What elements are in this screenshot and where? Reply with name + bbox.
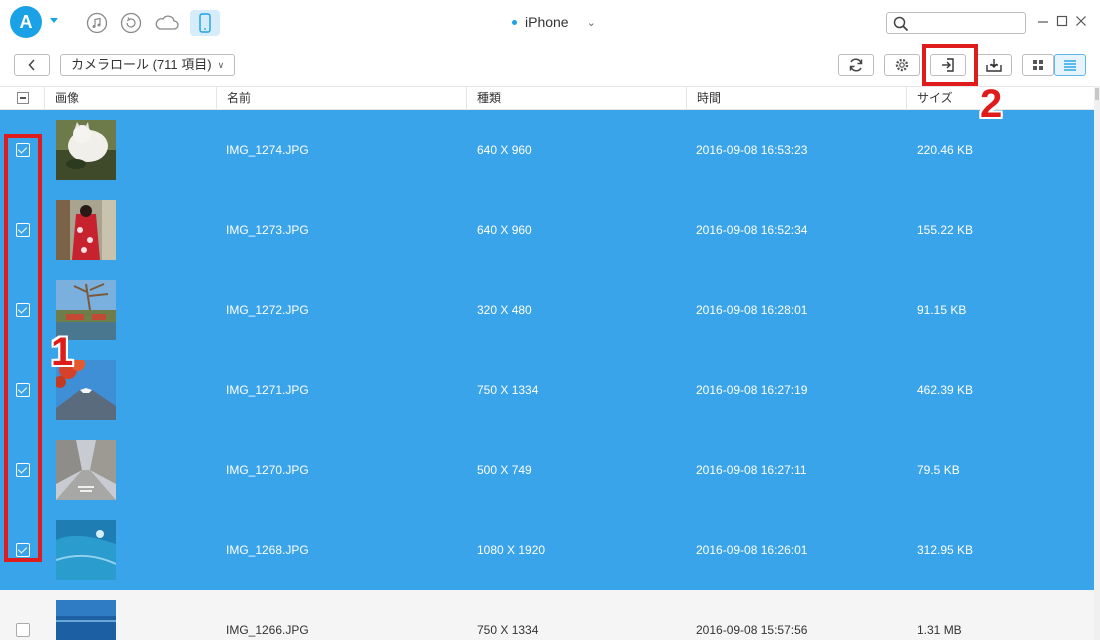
cell-size: 220.46 KB	[917, 143, 974, 157]
list-view-button[interactable]	[1054, 54, 1086, 76]
search-icon	[893, 16, 909, 32]
photo-thumbnail[interactable]	[56, 600, 116, 640]
settings-icon	[895, 58, 909, 72]
back-button[interactable]	[14, 54, 50, 76]
cell-name: IMG_1273.JPG	[226, 223, 309, 237]
cell-type: 500 X 749	[477, 463, 532, 477]
refresh-button[interactable]	[838, 54, 874, 76]
cell-time: 2016-09-08 16:53:23	[696, 143, 808, 157]
table-header: 画像 名前 種類 時間 サイズ	[0, 86, 1094, 110]
cell-time: 2016-09-08 16:27:11	[696, 463, 807, 477]
vertical-scrollbar[interactable]	[1094, 86, 1100, 640]
cell-type: 640 X 960	[477, 223, 532, 237]
search-input[interactable]	[886, 12, 1026, 34]
cell-type: 750 X 1334	[477, 623, 539, 637]
album-dropdown[interactable]: カメラロール (711 項目) ∨	[60, 54, 236, 76]
app-window: A iPhone ⌄ カメラロール (711 項目) ∨ 画像 名前 種類 時間…	[0, 0, 1100, 640]
checkbox-column-highlight	[4, 134, 42, 562]
cell-size: 1.31 MB	[917, 623, 962, 637]
column-header-time[interactable]: 時間	[686, 87, 906, 109]
cell-name: IMG_1266.JPG	[226, 623, 309, 637]
table-row[interactable]: IMG_1274.JPG 640 X 960 2016-09-08 16:53:23…	[0, 110, 1094, 190]
cell-time: 2016-09-08 16:52:34	[696, 223, 808, 237]
restore-icon[interactable]	[118, 10, 144, 36]
minimize-button[interactable]	[1036, 13, 1050, 29]
photo-thumbnail[interactable]	[56, 120, 116, 180]
cell-type: 320 X 480	[477, 303, 532, 317]
cloud-icon[interactable]	[154, 10, 180, 36]
table-row[interactable]: IMG_1270.JPG 500 X 749 2016-09-08 16:27:11…	[0, 430, 1094, 510]
cell-type: 750 X 1334	[477, 383, 539, 397]
select-all-checkbox[interactable]	[17, 92, 29, 104]
cell-time: 2016-09-08 16:27:19	[696, 383, 808, 397]
column-header-image[interactable]: 画像	[44, 87, 216, 109]
scrollbar-thumb[interactable]	[1095, 88, 1099, 100]
title-bar: A iPhone ⌄	[0, 0, 1100, 46]
photo-thumbnail[interactable]	[56, 200, 116, 260]
device-name: iPhone	[525, 14, 569, 30]
cell-size: 155.22 KB	[917, 223, 974, 237]
import-icon	[986, 59, 1002, 72]
cell-type: 640 X 960	[477, 143, 532, 157]
maximize-button[interactable]	[1055, 13, 1069, 29]
album-label: カメラロール (711 項目)	[71, 57, 212, 72]
cell-size: 91.15 KB	[917, 303, 967, 317]
photo-thumbnail[interactable]	[56, 440, 116, 500]
photo-thumbnail[interactable]	[56, 520, 116, 580]
back-icon	[28, 59, 35, 71]
row-checkbox[interactable]	[16, 623, 30, 637]
cell-type: 1080 X 1920	[477, 543, 546, 557]
import-button[interactable]	[976, 54, 1012, 76]
music-icon[interactable]	[84, 10, 110, 36]
cell-size: 79.5 KB	[917, 463, 960, 477]
step-2-label: 2	[980, 82, 1003, 126]
grid-view-button[interactable]	[1022, 54, 1054, 76]
cell-name: IMG_1268.JPG	[226, 543, 309, 557]
table-row[interactable]: IMG_1271.JPG 750 X 1334 2016-09-08 16:27:1…	[0, 350, 1094, 430]
chevron-down-icon: ⌄	[586, 16, 596, 29]
cell-name: IMG_1272.JPG	[226, 303, 309, 317]
cell-time: 2016-09-08 16:28:01	[696, 303, 808, 317]
device-selector[interactable]: iPhone ⌄	[512, 14, 596, 30]
export-button-highlight	[922, 44, 978, 86]
settings-button[interactable]	[884, 54, 920, 76]
cell-time: 2016-09-08 16:26:01	[696, 543, 808, 557]
grid-view-icon	[1033, 60, 1043, 70]
photo-list: IMG_1274.JPG 640 X 960 2016-09-08 16:53:23…	[0, 110, 1094, 640]
list-view-icon	[1064, 60, 1076, 71]
app-logo-icon[interactable]: A	[10, 6, 42, 38]
step-1-label: 1	[51, 330, 74, 374]
column-header-type[interactable]: 種類	[466, 87, 686, 109]
chevron-down-icon: ∨	[217, 60, 225, 70]
cell-size: 462.39 KB	[917, 383, 974, 397]
cell-name: IMG_1270.JPG	[226, 463, 309, 477]
close-button[interactable]	[1074, 13, 1088, 29]
table-row[interactable]: IMG_1266.JPG 750 X 1334 2016-09-08 15:57:5…	[0, 590, 1094, 640]
table-row[interactable]: IMG_1272.JPG 320 X 480 2016-09-08 16:28:01…	[0, 270, 1094, 350]
refresh-icon	[849, 58, 863, 72]
app-menu-chevron-icon[interactable]	[50, 18, 58, 23]
table-row[interactable]: IMG_1273.JPG 640 X 960 2016-09-08 16:52:34…	[0, 190, 1094, 270]
cell-time: 2016-09-08 15:57:56	[696, 623, 808, 637]
device-status-dot	[512, 19, 517, 25]
phone-icon[interactable]	[190, 10, 220, 36]
column-header-name[interactable]: 名前	[216, 87, 466, 109]
cell-size: 312.95 KB	[917, 543, 974, 557]
table-row[interactable]: IMG_1268.JPG 1080 X 1920 2016-09-08 16:26:…	[0, 510, 1094, 590]
cell-name: IMG_1274.JPG	[226, 143, 309, 157]
cell-name: IMG_1271.JPG	[226, 383, 309, 397]
